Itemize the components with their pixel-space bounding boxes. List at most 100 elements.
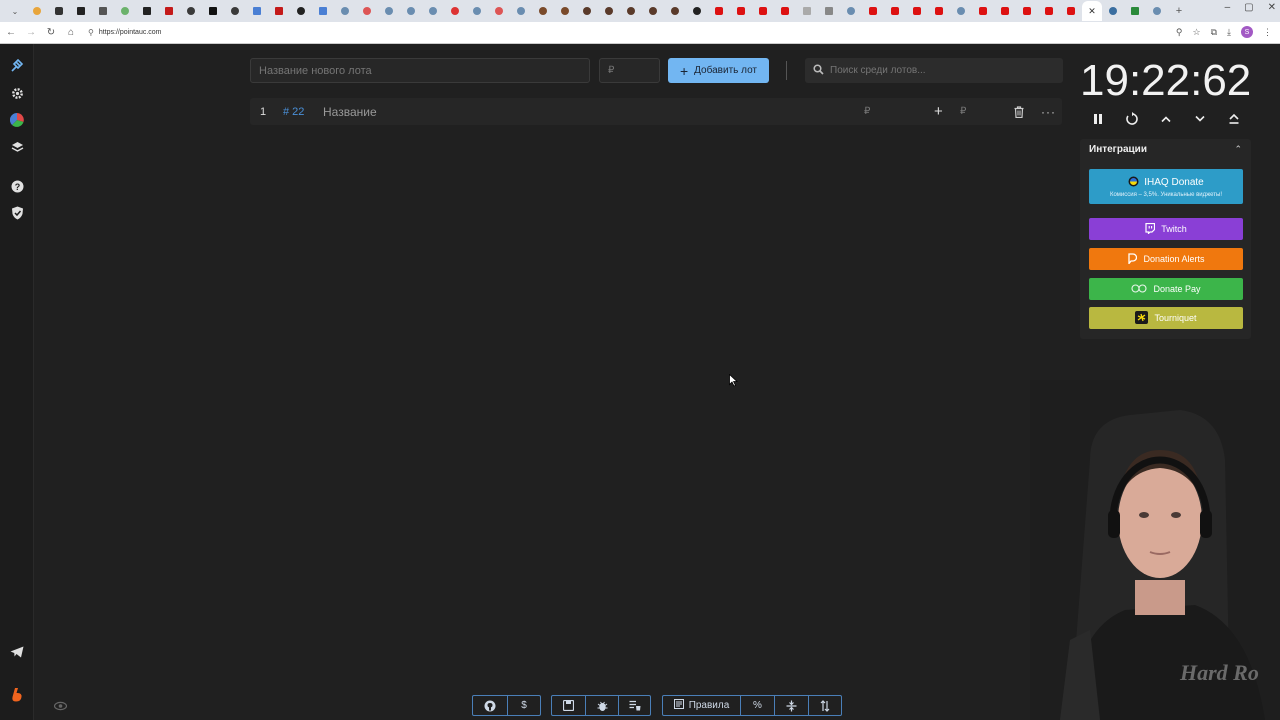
time-up-icon[interactable] — [1157, 110, 1175, 128]
browser-tab[interactable] — [950, 2, 972, 20]
browser-tab[interactable] — [554, 2, 576, 20]
browser-tab[interactable] — [664, 2, 686, 20]
minimize-icon[interactable]: – — [1225, 2, 1231, 13]
lot-extra-amount-input[interactable]: ₽ — [960, 98, 966, 125]
layers-icon[interactable] — [9, 139, 25, 155]
rules-button[interactable]: Правила — [663, 696, 740, 715]
donate-pay-button[interactable]: Donate Pay — [1089, 278, 1243, 300]
clear-list-icon[interactable] — [618, 696, 650, 715]
split-icon[interactable] — [774, 696, 808, 715]
browser-tab[interactable] — [1102, 2, 1124, 20]
lot-amount[interactable]: ₽ — [864, 98, 870, 125]
browser-tab[interactable] — [1060, 2, 1082, 20]
twitch-button[interactable]: Twitch — [1089, 218, 1243, 240]
browser-tab[interactable] — [92, 2, 114, 20]
browser-tab[interactable] — [268, 2, 290, 20]
bug-icon[interactable] — [585, 696, 618, 715]
back-icon[interactable]: ← — [2, 24, 20, 42]
browser-tab[interactable] — [730, 2, 752, 20]
browser-tab[interactable] — [774, 2, 796, 20]
browser-tab[interactable] — [906, 2, 928, 20]
tourniquet-button[interactable]: Tourniquet — [1089, 307, 1243, 329]
github-icon[interactable] — [473, 696, 507, 715]
browser-tab[interactable] — [114, 2, 136, 20]
donation-alerts-button[interactable]: Donation Alerts — [1089, 248, 1243, 270]
time-down-icon[interactable] — [1191, 110, 1209, 128]
new-lot-price-input[interactable] — [599, 58, 660, 83]
browser-tab[interactable] — [818, 2, 840, 20]
browser-tab[interactable] — [180, 2, 202, 20]
browser-tab[interactable] — [598, 2, 620, 20]
visibility-icon[interactable] — [53, 699, 68, 711]
donate-dollar-icon[interactable]: $ — [507, 696, 540, 715]
save-icon[interactable] — [552, 696, 585, 715]
bookmark-star-icon[interactable]: ☆ — [1193, 27, 1201, 38]
browser-tab[interactable] — [246, 2, 268, 20]
browser-tab[interactable] — [466, 2, 488, 20]
browser-tab[interactable] — [884, 2, 906, 20]
browser-tab[interactable] — [26, 2, 48, 20]
browser-tab[interactable] — [510, 2, 532, 20]
lot-add-amount-button[interactable]: + — [934, 98, 943, 125]
browser-tab[interactable] — [576, 2, 598, 20]
browser-tab[interactable] — [158, 2, 180, 20]
browser-tab[interactable] — [202, 2, 224, 20]
active-tab-close-icon[interactable]: ✕ — [1082, 1, 1102, 21]
zoom-icon[interactable]: ⚲ — [1176, 27, 1183, 38]
close-window-icon[interactable]: ✕ — [1268, 2, 1276, 13]
browser-tab[interactable] — [400, 2, 422, 20]
telegram-icon[interactable] — [9, 644, 25, 660]
browser-tab[interactable] — [312, 2, 334, 20]
home-icon[interactable]: ⌂ — [62, 24, 80, 42]
browser-menu-icon[interactable]: ⋮ — [1263, 27, 1272, 38]
browser-tab[interactable] — [290, 2, 312, 20]
browser-tab[interactable] — [488, 2, 510, 20]
browser-tab[interactable] — [70, 2, 92, 20]
browser-tab[interactable] — [422, 2, 444, 20]
pause-icon[interactable] — [1089, 110, 1107, 128]
tab-list-chevron-icon[interactable]: ⌄ — [4, 2, 26, 20]
collapse-chevron-icon[interactable]: ⌃ — [1234, 144, 1242, 155]
browser-tab[interactable] — [444, 2, 466, 20]
browser-tab[interactable] — [862, 2, 884, 20]
help-icon[interactable]: ? — [9, 178, 25, 194]
restart-icon[interactable] — [1123, 110, 1141, 128]
browser-tab[interactable] — [136, 2, 158, 20]
browser-tab[interactable] — [1016, 2, 1038, 20]
lot-id[interactable]: # 22 — [283, 98, 304, 125]
sort-icon[interactable] — [808, 696, 841, 715]
maximize-icon[interactable]: ▢ — [1244, 2, 1253, 13]
lot-more-icon[interactable]: ··· — [1041, 98, 1056, 125]
browser-tab[interactable] — [378, 2, 400, 20]
browser-tab[interactable] — [928, 2, 950, 20]
browser-tab[interactable] — [708, 2, 730, 20]
browser-tab[interactable] — [1038, 2, 1060, 20]
ihaq-donate-button[interactable]: IHAQ Donate Комиссия – 3,5%. Уникальные … — [1089, 169, 1243, 204]
shield-icon[interactable] — [9, 205, 25, 221]
browser-tab[interactable] — [334, 2, 356, 20]
search-input[interactable] — [830, 65, 1050, 76]
browser-tab[interactable] — [620, 2, 642, 20]
boosty-icon[interactable] — [9, 687, 25, 703]
percent-button[interactable]: % — [740, 696, 774, 715]
collapse-up-icon[interactable] — [1225, 110, 1243, 128]
wheel-icon[interactable] — [9, 112, 25, 128]
settings-icon[interactable] — [9, 85, 25, 101]
browser-tab[interactable] — [224, 2, 246, 20]
url-field[interactable]: ⚲ https://pointauc.com — [88, 28, 162, 37]
browser-tab[interactable] — [48, 2, 70, 20]
browser-tab[interactable] — [532, 2, 554, 20]
add-lot-button[interactable]: + Добавить лот — [668, 58, 769, 83]
delete-lot-icon[interactable] — [1014, 98, 1024, 125]
browser-tab[interactable] — [972, 2, 994, 20]
browser-tab[interactable] — [840, 2, 862, 20]
browser-tab[interactable] — [642, 2, 664, 20]
auction-icon[interactable] — [9, 58, 25, 74]
browser-tab[interactable] — [356, 2, 378, 20]
site-info-icon[interactable]: ⚲ — [88, 28, 94, 37]
browser-tab[interactable] — [752, 2, 774, 20]
browser-tab[interactable] — [686, 2, 708, 20]
new-tab-icon[interactable]: + — [1168, 2, 1190, 20]
forward-icon[interactable]: → — [22, 24, 40, 42]
browser-tab[interactable] — [1124, 2, 1146, 20]
